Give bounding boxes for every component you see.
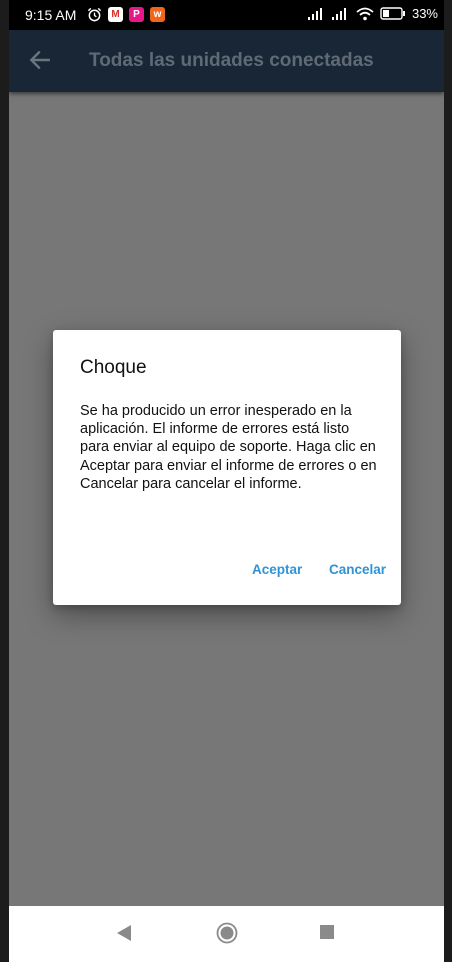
arrow-left-icon[interactable]	[27, 47, 53, 73]
status-bar: 9:15 AM M P w 33%	[9, 0, 444, 30]
signal-icon	[307, 8, 322, 20]
battery-percent: 33%	[411, 6, 438, 21]
app-p-icon: P	[129, 7, 144, 22]
alarm-icon	[87, 7, 102, 22]
navigation-bar	[9, 906, 444, 962]
status-time: 9:15 AM	[25, 7, 77, 23]
app-bar: Todas las unidades conectadas	[9, 30, 444, 92]
nav-home-icon[interactable]	[216, 922, 238, 944]
screen: 9:15 AM M P w 33% Todas las unidades con…	[9, 0, 444, 962]
crash-dialog: Choque Se ha producido un error inespera…	[53, 330, 401, 605]
app-w-icon: w	[150, 7, 165, 22]
system-icons: 33%	[307, 6, 438, 21]
notification-icons: M P w	[87, 7, 165, 22]
signal-icon	[331, 8, 346, 20]
accept-button[interactable]: Aceptar	[252, 562, 302, 577]
nav-recents-icon[interactable]	[320, 925, 334, 939]
page-title: Todas las unidades conectadas	[89, 50, 374, 71]
wifi-icon	[356, 7, 374, 20]
cancel-button[interactable]: Cancelar	[329, 562, 386, 577]
nav-back-icon[interactable]	[116, 924, 132, 942]
battery-icon	[380, 7, 405, 20]
gmail-icon: M	[108, 7, 123, 22]
dialog-message: Se ha producido un error inesperado en l…	[80, 403, 377, 492]
dialog-title: Choque	[80, 357, 147, 378]
